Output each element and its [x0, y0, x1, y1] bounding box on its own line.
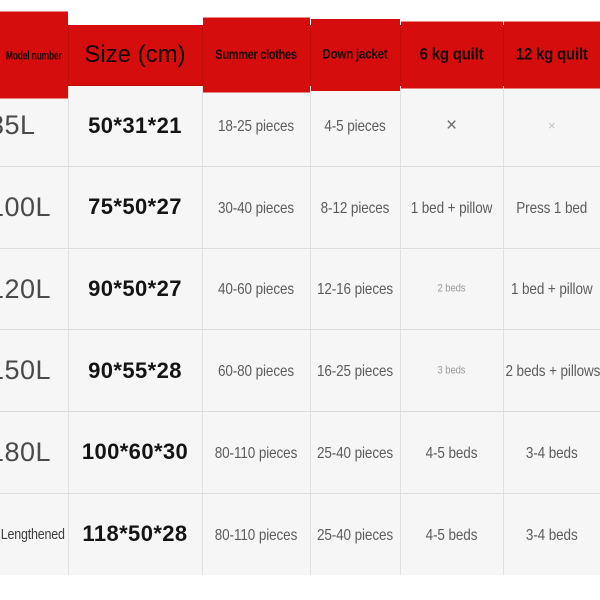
- cell-6kg-quilt: ×: [400, 85, 504, 168]
- table-row: 150L 90*55*28 60-80 pieces 16-25 pieces …: [0, 322, 600, 420]
- table-row: 120L 90*50*27 40-60 pieces 12-16 pieces …: [0, 240, 600, 338]
- table-row: 35L 50*31*21 18-25 pieces 4-5 pieces × ×: [0, 77, 600, 175]
- table-row: 180L 100*60*30 80-110 pieces 25-40 piece…: [0, 404, 600, 502]
- capacity-spec-table: Model number Size (cm) Summer clothes Do…: [0, 11, 600, 584]
- cell-size: 100*60*30: [68, 411, 203, 494]
- table-row: Lengthened 118*50*28 80-110 pieces 25-40…: [0, 485, 600, 584]
- cell-size: 90*50*27: [68, 248, 203, 331]
- cell-size: 75*50*27: [68, 166, 203, 249]
- cell-12kg-quilt: 3-4 beds: [525, 525, 578, 544]
- cell-model-number: 150L: [0, 329, 69, 413]
- cell-down-jacket: 25-40 pieces: [310, 485, 401, 583]
- header-row: Model number Size (cm) Summer clothes Do…: [0, 11, 600, 100]
- column-header-model-number: Model number: [0, 11, 69, 100]
- cell-model-number: 120L: [0, 248, 69, 331]
- table-body: 35L 50*31*21 18-25 pieces 4-5 pieces × ×…: [0, 77, 600, 584]
- column-header-12kg-quilt: 12 kg quilt: [503, 21, 600, 90]
- cell-model-number: 180L: [0, 411, 69, 494]
- cell-size: 118*50*28: [68, 493, 203, 575]
- column-header-6kg-quilt: 6 kg quilt: [400, 21, 504, 90]
- table-row: 100L 75*50*27 30-40 pieces 8-12 pieces 1…: [0, 159, 600, 257]
- cell-12kg-quilt: ×: [503, 85, 600, 168]
- capacity-spec-sheet: Model number Size (cm) Summer clothes Do…: [0, 0, 600, 600]
- table-header: Model number Size (cm) Summer clothes Do…: [0, 11, 600, 100]
- cell-size: 50*31*21: [68, 85, 203, 168]
- cell-6kg-quilt: 4-5 beds: [400, 485, 504, 583]
- cell-model-number: Lengthened: [0, 485, 69, 584]
- cell-size: 90*55*28: [68, 329, 203, 413]
- cell-summer-clothes: 80-110 pieces: [202, 485, 311, 583]
- column-header-size: Size (cm): [68, 25, 203, 86]
- cell-model-number: 100L: [0, 166, 69, 249]
